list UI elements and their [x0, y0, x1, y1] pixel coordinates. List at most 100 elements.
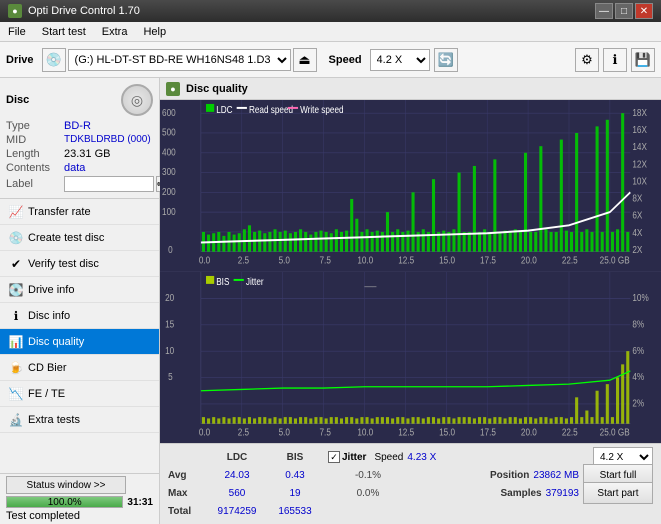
- svg-text:0.0: 0.0: [199, 426, 210, 438]
- sidebar-item-disc-quality[interactable]: 📊 Disc quality: [0, 329, 159, 355]
- close-button[interactable]: ✕: [635, 3, 653, 19]
- drive-icon-btn[interactable]: 💿: [42, 48, 66, 72]
- stats-max-row: Max 560 19 0.0% Samples 379193 Start par…: [168, 484, 653, 502]
- svg-text:12X: 12X: [632, 158, 647, 170]
- svg-text:12.5: 12.5: [398, 426, 414, 438]
- svg-text:100: 100: [162, 206, 176, 218]
- max-bis: 19: [270, 488, 320, 499]
- svg-text:BIS: BIS: [216, 276, 229, 288]
- jitter-label: Jitter: [342, 452, 366, 463]
- sidebar-item-extra-tests[interactable]: 🔬 Extra tests: [0, 407, 159, 433]
- svg-text:25.0 GB: 25.0 GB: [600, 426, 630, 438]
- save-button[interactable]: 💾: [631, 48, 655, 72]
- svg-text:10.0: 10.0: [357, 426, 373, 438]
- disc-length-label: Length: [6, 148, 64, 160]
- sidebar-item-verify-test-disc[interactable]: ✔ Verify test disc: [0, 251, 159, 277]
- svg-text:10%: 10%: [632, 292, 649, 304]
- avg-ldc: 24.03: [212, 470, 262, 481]
- drive-select[interactable]: (G:) HL-DT-ST BD-RE WH16NS48 1.D3: [68, 49, 291, 71]
- menu-start-test[interactable]: Start test: [38, 25, 90, 39]
- disc-label-row: Label ✏: [6, 176, 153, 192]
- svg-text:500: 500: [162, 127, 176, 139]
- ldc-header: LDC: [212, 452, 262, 463]
- sidebar-item-label: Disc quality: [28, 336, 84, 348]
- progress-text: 100.0%: [7, 497, 122, 509]
- svg-text:2.5: 2.5: [238, 426, 249, 438]
- chart-header: ● Disc quality: [160, 78, 661, 100]
- menu-help[interactable]: Help: [139, 25, 170, 39]
- disc-label-input[interactable]: [64, 176, 154, 192]
- svg-text:Read speed: Read speed: [249, 104, 293, 116]
- refresh-button[interactable]: 🔄: [434, 48, 458, 72]
- menu-file[interactable]: File: [4, 25, 30, 39]
- stats-avg: Avg 24.03 0.43 -0.1%: [168, 470, 408, 481]
- svg-text:6%: 6%: [632, 344, 644, 356]
- drive-info-icon: 💽: [8, 282, 24, 298]
- content-area: ● Disc quality: [160, 78, 661, 524]
- disc-type-value: BD-R: [64, 120, 91, 132]
- avg-label: Avg: [168, 470, 204, 481]
- svg-text:22.5: 22.5: [562, 426, 578, 438]
- start-part-button[interactable]: Start part: [583, 482, 653, 504]
- stats-max: Max 560 19 0.0%: [168, 488, 408, 499]
- sidebar-item-fe-te[interactable]: 📉 FE / TE: [0, 381, 159, 407]
- speed-info: Speed 4.23 X: [374, 452, 436, 463]
- position-label: Position: [490, 470, 529, 481]
- svg-text:20.0: 20.0: [521, 426, 537, 438]
- chart2-wrapper: BIS Jitter ___ 20 15 10 5 10% 8% 6% 4%: [160, 272, 661, 444]
- speed-select[interactable]: 4.2 X: [370, 49, 430, 71]
- sidebar-item-drive-info[interactable]: 💽 Drive info: [0, 277, 159, 303]
- svg-text:4%: 4%: [632, 371, 644, 383]
- settings-button[interactable]: ⚙: [575, 48, 599, 72]
- svg-text:5.0: 5.0: [279, 426, 290, 438]
- sidebar-item-transfer-rate[interactable]: 📈 Transfer rate: [0, 199, 159, 225]
- sidebar-item-cd-bier[interactable]: 🍺 CD Bier: [0, 355, 159, 381]
- disc-panel-header: Disc ◎: [6, 84, 153, 116]
- svg-text:2X: 2X: [632, 244, 643, 256]
- svg-text:15: 15: [165, 318, 174, 330]
- sidebar-item-label: Transfer rate: [28, 206, 91, 218]
- total-ldc: 9174259: [212, 506, 262, 517]
- transfer-rate-icon: 📈: [8, 204, 24, 220]
- svg-text:8%: 8%: [632, 318, 644, 330]
- disc-mid-value: TDKBLDRBD (000): [64, 134, 151, 146]
- disc-mid-label: MID: [6, 134, 64, 146]
- sidebar-item-create-test-disc[interactable]: 💿 Create test disc: [0, 225, 159, 251]
- app-icon: ●: [8, 4, 22, 18]
- disc-quality-icon: 📊: [8, 334, 24, 350]
- svg-text:14X: 14X: [632, 141, 647, 153]
- disc-length-row: Length 23.31 GB: [6, 148, 153, 160]
- disc-icon: ◎: [121, 84, 153, 116]
- svg-text:15.0: 15.0: [439, 255, 455, 267]
- svg-text:400: 400: [162, 146, 176, 158]
- svg-text:0.0: 0.0: [199, 255, 210, 267]
- disc-type-row: Type BD-R: [6, 120, 153, 132]
- status-window-button[interactable]: Status window >>: [6, 476, 126, 494]
- minimize-button[interactable]: —: [595, 3, 613, 19]
- disc-contents-label: Contents: [6, 162, 64, 174]
- titlebar: ● Opti Drive Control 1.70 — □ ✕: [0, 0, 661, 22]
- info-button[interactable]: ℹ: [603, 48, 627, 72]
- sidebar-nav: 📈 Transfer rate 💿 Create test disc ✔ Ver…: [0, 199, 159, 473]
- sidebar-item-disc-info[interactable]: ℹ Disc info: [0, 303, 159, 329]
- speed-label: Speed: [329, 54, 362, 66]
- create-test-disc-icon: 💿: [8, 230, 24, 246]
- maximize-button[interactable]: □: [615, 3, 633, 19]
- samples-value: 379193: [546, 488, 579, 499]
- jitter-checkbox[interactable]: ✓: [328, 451, 340, 463]
- extra-tests-icon: 🔬: [8, 412, 24, 428]
- samples-label: Samples: [500, 488, 541, 499]
- menu-extra[interactable]: Extra: [98, 25, 132, 39]
- svg-text:15.0: 15.0: [439, 426, 455, 438]
- chart1-wrapper: LDC Read speed Write speed 600 500 400 3…: [160, 100, 661, 272]
- svg-text:17.5: 17.5: [480, 426, 496, 438]
- stats-area: LDC BIS ✓ Jitter Speed 4.23 X 4.2 X: [160, 443, 661, 524]
- titlebar-controls: — □ ✕: [595, 3, 653, 19]
- charts-container: LDC Read speed Write speed 600 500 400 3…: [160, 100, 661, 443]
- main-layout: Disc ◎ Type BD-R MID TDKBLDRBD (000) Len…: [0, 78, 661, 524]
- svg-text:20: 20: [165, 292, 174, 304]
- verify-test-disc-icon: ✔: [8, 256, 24, 272]
- svg-text:5: 5: [168, 371, 173, 383]
- eject-button[interactable]: ⏏: [293, 48, 317, 72]
- svg-text:Write speed: Write speed: [300, 104, 343, 116]
